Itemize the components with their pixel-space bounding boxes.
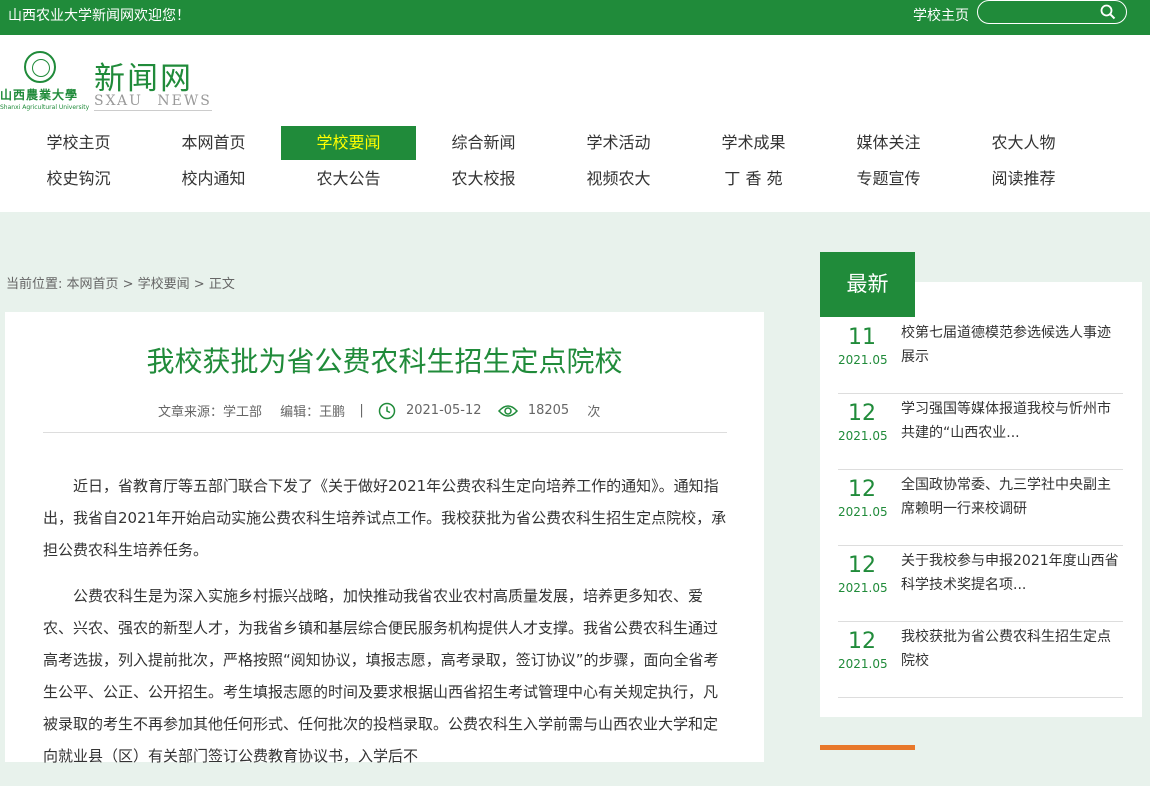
- article-paragraph: 近日，省教育厅等五部门联合下发了《关于做好2021年公费农科生定向培养工作的通知…: [43, 477, 727, 559]
- article-editor: 编辑：王鹏: [280, 405, 346, 420]
- nav-item-school-home[interactable]: 学校主页: [11, 126, 146, 160]
- site-title: 新闻网: [94, 61, 193, 97]
- nav-item-academic-results[interactable]: 学术成果: [686, 126, 821, 160]
- article-views-unit: 次: [587, 405, 601, 420]
- article-paragraph: 公费农科生是为深入实施乡村振兴战略，加快推动我省农业农村高质量发展，培养更多知农…: [43, 587, 719, 765]
- nav-item-video[interactable]: 视频农大: [551, 162, 686, 196]
- article-date: 2021-05-12: [405, 403, 482, 418]
- nav-item-people[interactable]: 农大人物: [956, 126, 1091, 160]
- latest-news-item[interactable]: 12 2021.05 我校获批为省公费农科生招生定点院校: [838, 621, 1123, 698]
- title-divider: [43, 432, 727, 433]
- nav-item-special-topics[interactable]: 专题宣传: [821, 162, 956, 196]
- search-icon[interactable]: [1100, 4, 1116, 20]
- nav-item-newspaper[interactable]: 农大校报: [416, 162, 551, 196]
- nav-item-lilac-garden[interactable]: 丁 香 苑: [686, 162, 821, 196]
- nav-item-history[interactable]: 校史钩沉: [11, 162, 146, 196]
- latest-news-item[interactable]: 12 2021.05 关于我校参与申报2021年度山西省科学技术奖提名项...: [838, 545, 1123, 622]
- news-title[interactable]: 我校获批为省公费农科生招生定点院校: [901, 625, 1123, 673]
- nav-item-media-focus[interactable]: 媒体关注: [821, 126, 956, 160]
- article-meta: 文章来源：学工部 编辑：王鹏 | 2021-05-12 18205 次: [158, 401, 600, 420]
- news-year-month: 2021.05: [838, 353, 888, 367]
- clock-icon: [378, 402, 396, 419]
- news-day: 12: [848, 477, 876, 502]
- news-day: 12: [848, 629, 876, 654]
- news-title[interactable]: 关于我校参与申报2021年度山西省科学技术奖提名项...: [901, 549, 1123, 597]
- seal-icon: [24, 51, 56, 83]
- nav-item-reading[interactable]: 阅读推荐: [956, 162, 1091, 196]
- latest-news-item[interactable]: 12 2021.05 全国政协常委、九三学社中央副主席赖明一行来校调研: [838, 469, 1123, 546]
- search-box: [977, 0, 1127, 24]
- logo-english-name: Shanxi Agricultural University: [0, 104, 90, 111]
- news-year-month: 2021.05: [838, 581, 888, 595]
- top-bar: 山西农业大学新闻网欢迎您！ 学校主页: [0, 0, 1150, 35]
- article-source: 文章来源：学工部: [158, 405, 263, 420]
- breadcrumb: 当前位置: 本网首页 > 学校要闻 > 正文: [6, 277, 235, 292]
- news-title[interactable]: 全国政协常委、九三学社中央副主席赖明一行来校调研: [901, 473, 1123, 521]
- news-day: 12: [848, 553, 876, 578]
- meta-separator: |: [359, 403, 364, 418]
- nav-item-academic-events[interactable]: 学术活动: [551, 126, 686, 160]
- news-day: 11: [848, 325, 876, 350]
- latest-news-heading: 最新: [820, 252, 915, 317]
- nav-item-announcements[interactable]: 农大公告: [281, 162, 416, 196]
- article-views: 18205: [527, 403, 570, 418]
- nav-item-general-news[interactable]: 综合新闻: [416, 126, 551, 160]
- next-section-tab: [820, 745, 915, 750]
- news-year-month: 2021.05: [838, 505, 888, 519]
- site-header: 山西農業大學 Shanxi Agricultural University 新闻…: [0, 35, 1150, 212]
- site-subtitle: SXAU NEWS: [94, 93, 212, 111]
- nav-item-school-news[interactable]: 学校要闻: [281, 126, 416, 160]
- welcome-text: 山西农业大学新闻网欢迎您！: [8, 8, 190, 24]
- news-day: 12: [848, 401, 876, 426]
- university-logo[interactable]: 山西農業大學 Shanxi Agricultural University: [0, 51, 90, 113]
- news-title[interactable]: 校第七届道德模范参选候选人事迹展示: [901, 321, 1123, 369]
- nav-item-site-home[interactable]: 本网首页: [146, 126, 281, 160]
- nav-item-campus-notices[interactable]: 校内通知: [146, 162, 281, 196]
- news-year-month: 2021.05: [838, 429, 888, 443]
- search-input[interactable]: [988, 4, 1097, 22]
- logo-chinese-name: 山西農業大學: [0, 88, 79, 102]
- news-year-month: 2021.05: [838, 657, 888, 671]
- news-title[interactable]: 学习强国等媒体报道我校与忻州市共建的“山西农业...: [901, 397, 1123, 445]
- school-home-link[interactable]: 学校主页: [913, 5, 969, 25]
- article-title: 我校获批为省公费农科生招生定点院校: [146, 345, 623, 378]
- latest-news-item[interactable]: 11 2021.05 校第七届道德模范参选候选人事迹展示: [838, 317, 1123, 394]
- article-body: 近日，省教育厅等五部门联合下发了《关于做好2021年公费农科生定向培养工作的通知…: [43, 470, 727, 786]
- eye-icon: [497, 404, 518, 417]
- article-panel: 我校获批为省公费农科生招生定点院校 文章来源：学工部 编辑：王鹏 | 2021-…: [5, 312, 764, 765]
- latest-news-item[interactable]: 12 2021.05 学习强国等媒体报道我校与忻州市共建的“山西农业...: [838, 393, 1123, 470]
